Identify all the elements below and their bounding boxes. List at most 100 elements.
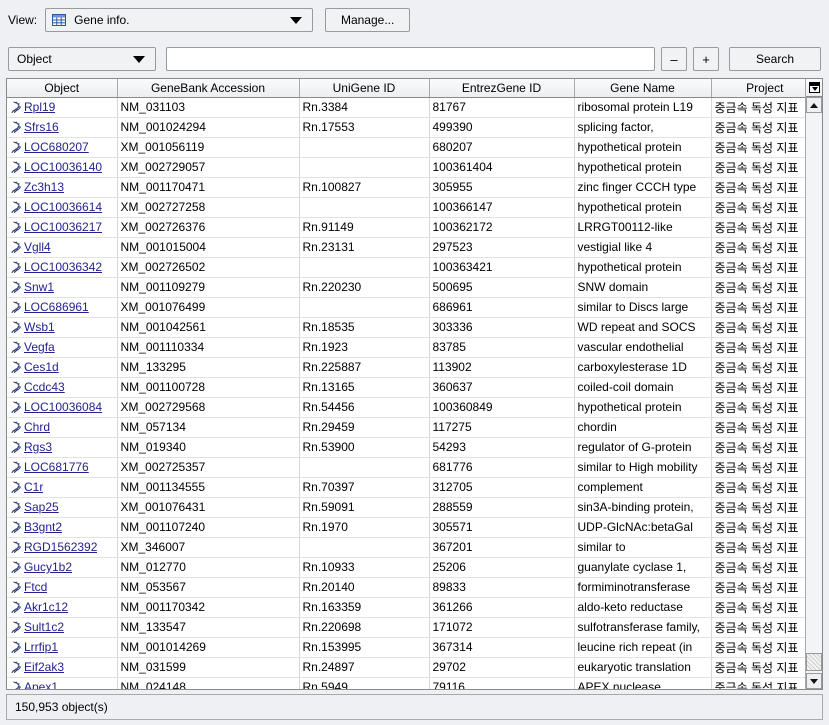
table-row[interactable]: Vgll4 NM_001015004 Rn.23131 297523 vestigial… [7,237,805,258]
cell-object[interactable]: Chrd [7,417,118,438]
object-link[interactable]: Ces1d [24,360,59,374]
table-row[interactable]: Chrd NM_057134 Rn.29459 117275 chordin 중금속 독성… [7,417,805,438]
object-link[interactable]: Sult1c2 [24,620,64,634]
table-row[interactable]: Vegfa NM_001110334 Rn.1923 83785 vascular en… [7,337,805,358]
cell-object[interactable]: LOC10036140 [7,157,118,178]
cell-object[interactable]: Zc3h13 [7,177,118,198]
cell-object[interactable]: Ftcd [7,577,118,598]
cell-object[interactable]: Rpl19 [7,97,118,118]
scroll-down-button[interactable] [806,673,822,689]
search-field-combobox[interactable]: Object [8,47,156,71]
cell-object[interactable]: LOC10036614 [7,197,118,218]
table-row[interactable]: Lrrfip1 NM_001014269 Rn.153995 367314 leucin… [7,637,805,658]
object-link[interactable]: Sap25 [24,500,59,514]
table-row[interactable]: LOC680207 XM_001056119 680207 hypothetical … [7,137,805,158]
object-link[interactable]: Wsb1 [24,320,55,334]
cell-object[interactable]: Eif2ak3 [7,657,118,678]
object-link[interactable]: LOC10036217 [24,220,102,234]
table-row[interactable]: Ces1d NM_133295 Rn.225887 113902 carboxylest… [7,357,805,378]
object-link[interactable]: LOC10036140 [24,160,102,174]
cell-object[interactable]: Sap25 [7,497,118,518]
table-row[interactable]: Apex1 NM_024148 Rn.5949 79116 APEX nuclease 중… [7,677,805,689]
cell-object[interactable]: LOC681776 [7,457,118,478]
object-link[interactable]: Rpl19 [24,100,55,114]
table-row[interactable]: Akr1c12 NM_001170342 Rn.163359 361266 aldo-k… [7,597,805,618]
chevron-down-icon[interactable] [133,55,145,63]
table-row[interactable]: LOC10036084 XM_002729568 Rn.54456 100360849… [7,397,805,418]
table-row[interactable]: Rgs3 NM_019340 Rn.53900 54293 regulator of G… [7,437,805,458]
object-link[interactable]: LOC686961 [24,300,89,314]
cell-object[interactable]: Vegfa [7,337,118,358]
table-row[interactable]: Ftcd NM_053567 Rn.20140 89833 formiminotrans… [7,577,805,598]
table-row[interactable]: LOC686961 XM_001076499 686961 similar to Di… [7,297,805,318]
cell-object[interactable]: LOC686961 [7,297,118,318]
object-link[interactable]: Ccdc43 [24,380,65,394]
object-link[interactable]: Vgll4 [24,240,51,254]
scrollbar-track[interactable] [806,113,822,673]
cell-object[interactable]: Sfrs16 [7,117,118,138]
table-row[interactable]: Eif2ak3 NM_031599 Rn.24897 29702 eukaryotic … [7,657,805,678]
column-header-genename[interactable]: Gene Name [574,79,712,98]
table-row[interactable]: Sap25 XM_001076431 Rn.59091 288559 sin3A-bin… [7,497,805,518]
scroll-up-button[interactable] [806,97,822,113]
object-link[interactable]: Ftcd [24,580,47,594]
cell-object[interactable]: Gucy1b2 [7,557,118,578]
vertical-scrollbar[interactable] [805,79,822,689]
table-row[interactable]: C1r NM_001134555 Rn.70397 312705 complement 중… [7,477,805,498]
object-link[interactable]: Chrd [24,420,50,434]
column-chooser-button[interactable] [806,79,822,97]
object-link[interactable]: Vegfa [24,340,55,354]
object-link[interactable]: Sfrs16 [24,120,59,134]
table-row[interactable]: Gucy1b2 NM_012770 Rn.10933 25206 guanylate c… [7,557,805,578]
cell-object[interactable]: Snw1 [7,277,118,298]
cell-object[interactable]: Ccdc43 [7,377,118,398]
cell-object[interactable]: C1r [7,477,118,498]
object-link[interactable]: RGD1562392 [24,540,97,554]
table-row[interactable]: Snw1 NM_001109279 Rn.220230 500695 SNW domai… [7,277,805,298]
table-row[interactable]: LOC10036342 XM_002726502 100363421 hypothet… [7,257,805,278]
object-link[interactable]: LOC681776 [24,460,89,474]
object-link[interactable]: LOC680207 [24,140,89,154]
column-header-object[interactable]: Object [7,79,118,98]
object-link[interactable]: Lrrfip1 [24,640,58,654]
table-row[interactable]: B3gnt2 NM_001107240 Rn.1970 305571 UDP-GlcNA… [7,517,805,538]
cell-object[interactable]: Vgll4 [7,237,118,258]
object-link[interactable]: Gucy1b2 [24,560,72,574]
column-header-unigene[interactable]: UniGene ID [299,79,430,98]
cell-object[interactable]: Lrrfip1 [7,637,118,658]
manage-button[interactable]: Manage... [325,8,411,32]
search-button[interactable]: Search [729,47,821,71]
cell-object[interactable]: Rgs3 [7,437,118,458]
object-link[interactable]: LOC10036084 [24,400,102,414]
object-link[interactable]: C1r [24,480,43,494]
object-link[interactable]: Zc3h13 [24,180,64,194]
table-row[interactable]: Sult1c2 NM_133547 Rn.220698 171072 sulfotran… [7,617,805,638]
table-row[interactable]: LOC10036140 XM_002729057 100361404 hypothet… [7,157,805,178]
cell-object[interactable]: Akr1c12 [7,597,118,618]
cell-object[interactable]: Wsb1 [7,317,118,338]
add-criterion-button[interactable]: + [693,47,719,71]
table-row[interactable]: Sfrs16 NM_001024294 Rn.17553 499390 splicing… [7,117,805,138]
cell-object[interactable]: LOC10036342 [7,257,118,278]
object-link[interactable]: Snw1 [24,280,54,294]
object-link[interactable]: LOC10036342 [24,260,102,274]
object-link[interactable]: Rgs3 [24,440,52,454]
column-header-entrezgene[interactable]: EntrezGene ID [429,79,575,98]
table-row[interactable]: LOC10036614 XM_002727258 100366147 hypothet… [7,197,805,218]
remove-criterion-button[interactable]: – [661,47,687,71]
cell-object[interactable]: LOC10036217 [7,217,118,238]
column-header-accession[interactable]: GeneBank Accession [117,79,300,98]
object-link[interactable]: Akr1c12 [24,600,68,614]
table-row[interactable]: LOC10036217 XM_002726376 Rn.91149 100362172… [7,217,805,238]
object-link[interactable]: LOC10036614 [24,200,102,214]
column-header-project[interactable]: Project [711,79,805,98]
scrollbar-thumb[interactable] [806,653,822,671]
table-row[interactable]: RGD1562392 XM_346007 367201 similar to 중금속 독… [7,537,805,558]
cell-object[interactable]: Sult1c2 [7,617,118,638]
cell-object[interactable]: LOC10036084 [7,397,118,418]
search-input[interactable] [166,47,655,71]
table-row[interactable]: LOC681776 XM_002725357 681776 similar to Hi… [7,457,805,478]
cell-object[interactable]: Apex1 [7,677,118,689]
table-row[interactable]: Wsb1 NM_001042561 Rn.18535 303336 WD repeat … [7,317,805,338]
table-row[interactable]: Rpl19 NM_031103 Rn.3384 81767 ribosomal prot… [7,97,805,118]
